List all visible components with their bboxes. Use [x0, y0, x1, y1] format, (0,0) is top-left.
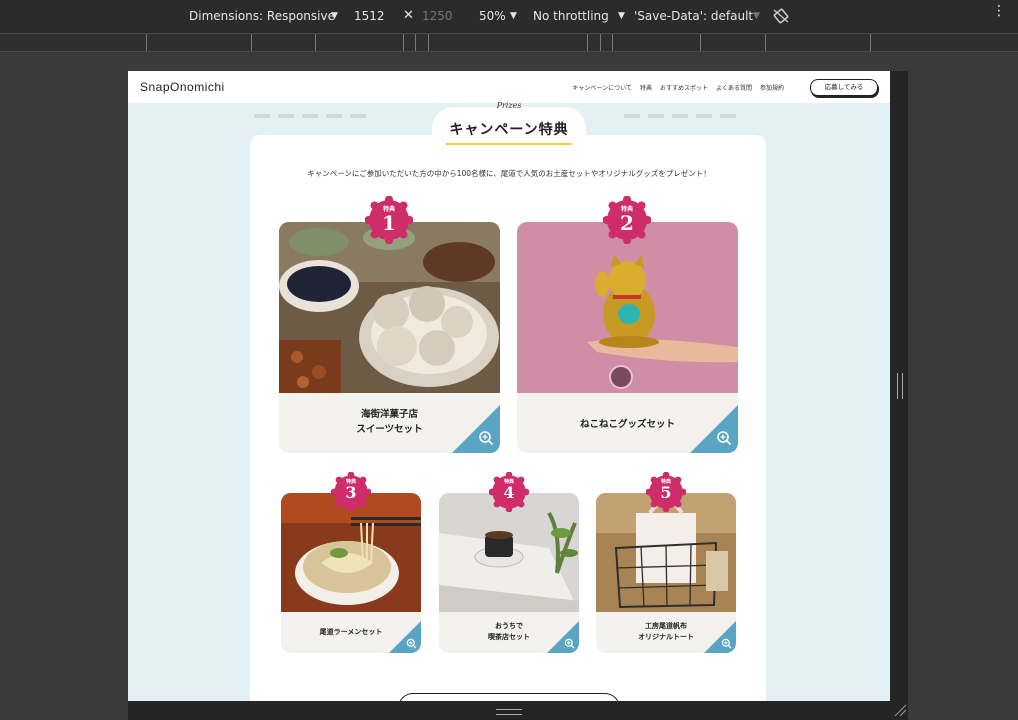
badge-number: 2 — [620, 211, 634, 235]
devtools-toolbar: Dimensions: Responsive ▼ 1512 ✕ 1250 50%… — [0, 0, 1018, 33]
more-button[interactable] — [398, 693, 620, 701]
nav-item-prizes[interactable]: 特典 — [640, 83, 652, 92]
prizes-intro: キャンペーンにご参加いただいた方の中から100名様に、尾道で人気のお土産セットや… — [307, 169, 711, 178]
badge-number: 1 — [382, 211, 396, 235]
site-nav: キャンペーンについて 特典 おすすめスポット よくある質問 参加規約 — [572, 83, 784, 92]
prize-badge-2: 特典 2 — [603, 196, 651, 244]
sweets-photo — [279, 222, 500, 393]
nav-item-terms[interactable]: 参加規約 — [760, 83, 784, 92]
zoom-in-icon — [717, 431, 732, 446]
site-logo[interactable]: SnapOnomichi — [140, 80, 225, 94]
badge-number: 5 — [660, 483, 672, 502]
chevron-down-icon: ▼ — [510, 11, 517, 21]
height-input[interactable]: 1250 — [422, 9, 453, 23]
prize-card-1[interactable]: 海街洋菓子店 スイーツセット — [279, 222, 500, 453]
badge-number: 3 — [345, 483, 357, 502]
resize-corner-icon[interactable] — [893, 703, 907, 717]
throttling-dropdown[interactable]: No throttling — [533, 9, 609, 23]
more-options-icon[interactable]: ⋮ — [992, 4, 1006, 18]
nav-item-spots[interactable]: おすすめスポット — [660, 83, 708, 92]
prize-card-2[interactable]: ねこねこグッズセット — [517, 222, 738, 453]
heading-underline — [446, 143, 572, 145]
width-input[interactable]: 1512 — [354, 9, 385, 23]
prize-card-3[interactable]: 尾道ラーメンセット — [281, 493, 421, 653]
emulated-viewport: SnapOnomichi キャンペーンについて 特典 おすすめスポット よくある… — [128, 71, 890, 701]
dimensions-dropdown[interactable]: Dimensions: Responsive — [189, 9, 335, 23]
prize-card-4[interactable]: おうちで 喫茶店セット — [439, 493, 579, 653]
save-data-dropdown[interactable]: 'Save-Data': default — [634, 9, 753, 23]
prize-badge-4: 特典 4 — [489, 472, 529, 512]
chevron-down-icon: ▼ — [618, 11, 625, 21]
apply-button[interactable]: 応募してみる — [810, 79, 878, 96]
prize-badge-5: 特典 5 — [646, 472, 686, 512]
rotate-icon[interactable] — [772, 7, 790, 28]
zoom-in-icon — [479, 431, 494, 446]
prize-badge-3: 特典 3 — [331, 472, 371, 512]
zoom-in-icon — [564, 638, 575, 649]
prizes-heading-en: Prizes — [496, 101, 522, 110]
media-query-ruler — [0, 33, 1018, 52]
chevron-down-icon: ▼ — [753, 11, 760, 21]
nav-item-faq[interactable]: よくある質問 — [716, 83, 752, 92]
prizes-heading: キャンペーン特典 — [449, 122, 569, 138]
nav-item-about[interactable]: キャンペーンについて — [572, 83, 632, 92]
zoom-in-icon — [406, 638, 417, 649]
site-header: SnapOnomichi キャンペーンについて 特典 おすすめスポット よくある… — [128, 71, 890, 103]
close-icon: ✕ — [403, 8, 414, 23]
lucky-cat-photo — [517, 222, 738, 393]
prize-card-5[interactable]: 工房尾道帆布 オリジナルトート — [596, 493, 736, 653]
chevron-down-icon: ▼ — [331, 11, 338, 21]
badge-number: 4 — [503, 483, 515, 502]
viewport-resize-handle-right[interactable] — [890, 71, 908, 701]
zoom-dropdown[interactable]: 50% — [479, 9, 506, 23]
prize-badge-1: 特典 1 — [365, 196, 413, 244]
zoom-in-icon — [721, 638, 732, 649]
viewport-resize-handle-bottom[interactable] — [128, 701, 908, 720]
